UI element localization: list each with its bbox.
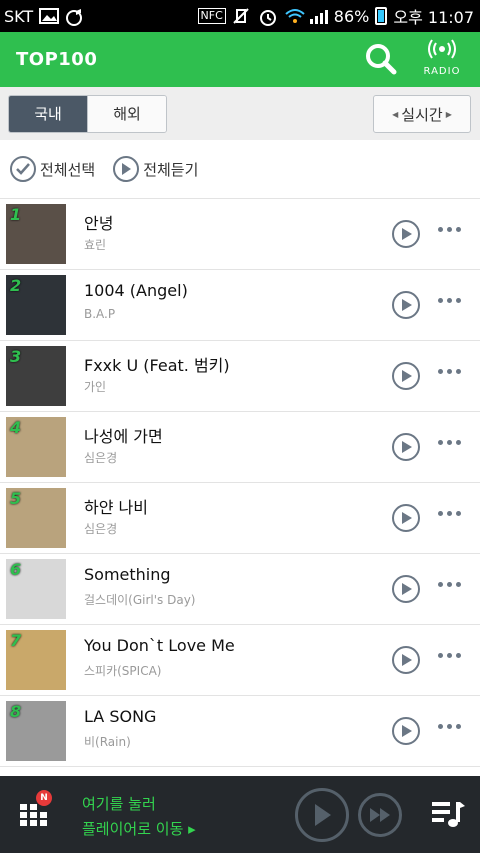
play-icon [113, 156, 140, 182]
more-options-icon[interactable] [438, 724, 461, 729]
alarm-icon [258, 8, 278, 26]
play-icon[interactable] [392, 362, 420, 390]
select-all-label: 전체선택 [40, 160, 96, 179]
mini-player[interactable]: N 여기를 눌러 플레이어로 이동 ▸ [0, 776, 480, 853]
carrier-label: SKT [4, 6, 34, 26]
rank-number: 3 [10, 347, 22, 366]
artist-name: 효린 [84, 238, 107, 252]
more-options-icon[interactable] [438, 582, 461, 587]
new-badge: N [36, 790, 52, 806]
list-item[interactable]: 1 안녕 효린 [0, 199, 480, 270]
period-label: 실시간 [401, 105, 443, 124]
artist-name: 심은경 [84, 522, 118, 536]
artist-name: B.A.P [84, 307, 116, 321]
song-title: 나성에 가면 [84, 427, 163, 446]
playlist-icon[interactable] [432, 798, 466, 830]
album-art: 6 [6, 559, 66, 619]
battery-percent: 86% [333, 6, 370, 26]
list-item[interactable]: 5 하얀 나비 심은경 [0, 483, 480, 554]
artist-name: 심은경 [84, 451, 118, 465]
more-options-icon[interactable] [438, 298, 461, 303]
wifi-icon [284, 8, 305, 24]
play-icon[interactable] [392, 433, 420, 461]
song-title: Fxxk U (Feat. 범키) [84, 356, 230, 375]
album-art: 7 [6, 630, 66, 690]
rank-number: 5 [10, 489, 22, 508]
next-arrow-icon: ▶ [445, 109, 452, 119]
song-title: Something [84, 565, 171, 584]
radio-button[interactable]: RADIO [416, 38, 468, 82]
page-title: TOP100 [16, 49, 98, 70]
next-button[interactable] [358, 793, 402, 837]
more-options-icon[interactable] [438, 369, 461, 374]
play-button[interactable] [295, 788, 349, 842]
status-bar: SKT NFC 86% 오후 11:07 [0, 0, 480, 32]
bulk-action-bar: 전체선택 전체듣기 [0, 140, 480, 199]
prev-arrow-icon: ◀ [392, 109, 399, 119]
player-hint-line1: 여기를 눌러 [82, 795, 156, 813]
rank-number: 6 [10, 560, 22, 579]
album-art: 3 [6, 346, 66, 406]
album-art: 5 [6, 488, 66, 548]
list-item[interactable]: 6 Something 걸스데이(Girl's Day) [0, 554, 480, 625]
song-title: 1004 (Angel) [84, 281, 188, 300]
album-art: 8 [6, 701, 66, 761]
music-notification-icon [65, 8, 85, 26]
signal-icon [309, 8, 328, 24]
battery-icon [375, 7, 388, 25]
play-icon[interactable] [392, 717, 420, 745]
song-title: LA SONG [84, 707, 157, 726]
rank-number: 8 [10, 702, 22, 721]
artist-name: 가인 [84, 380, 107, 394]
album-art: 1 [6, 204, 66, 264]
rank-number: 1 [10, 205, 22, 224]
list-item[interactable]: 8 LA SONG 비(Rain) [0, 696, 480, 767]
search-icon[interactable] [364, 42, 398, 76]
play-icon[interactable] [392, 291, 420, 319]
list-item[interactable]: 2 1004 (Angel) B.A.P [0, 270, 480, 341]
more-options-icon[interactable] [438, 511, 461, 516]
fast-forward-icon [370, 808, 390, 822]
play-icon[interactable] [392, 220, 420, 248]
clock: 오후 11:07 [393, 8, 474, 27]
more-options-icon[interactable] [438, 227, 461, 232]
play-icon[interactable] [392, 575, 420, 603]
period-selector[interactable]: ◀ 실시간 ▶ [373, 95, 471, 133]
play-all-label: 전체듣기 [143, 160, 199, 179]
region-segment: 국내 해외 [8, 95, 167, 133]
play-icon [315, 804, 331, 826]
rank-number: 2 [10, 276, 22, 295]
play-all-button[interactable]: 전체듣기 [113, 156, 198, 182]
chart-filter-bar: 국내 해외 ◀ 실시간 ▶ [0, 87, 480, 140]
player-hint-line2[interactable]: 플레이어로 이동 ▸ [82, 818, 196, 839]
list-item[interactable]: 3 Fxxk U (Feat. 범키) 가인 [0, 341, 480, 412]
rank-number: 4 [10, 418, 22, 437]
more-options-icon[interactable] [438, 653, 461, 658]
play-icon[interactable] [392, 504, 420, 532]
artist-name: 스피카(SPICA) [84, 664, 162, 678]
album-art: 4 [6, 417, 66, 477]
play-icon[interactable] [392, 646, 420, 674]
gallery-notification-icon [39, 8, 60, 24]
radio-label: RADIO [423, 66, 461, 77]
rank-number: 7 [10, 631, 22, 650]
artist-name: 걸스데이(Girl's Day) [84, 593, 196, 607]
select-all-button[interactable]: 전체선택 [10, 156, 95, 182]
artist-name: 비(Rain) [84, 735, 131, 749]
tab-foreign[interactable]: 해외 [87, 96, 166, 132]
album-art: 2 [6, 275, 66, 335]
nfc-icon: NFC [197, 8, 226, 24]
app-header: TOP100 RADIO [0, 32, 480, 87]
list-item[interactable]: 7 You Don`t Love Me 스피카(SPICA) [0, 625, 480, 696]
more-options-icon[interactable] [438, 440, 461, 445]
check-icon [10, 156, 36, 182]
vibrate-mute-icon [232, 8, 252, 24]
tab-domestic[interactable]: 국내 [9, 96, 87, 132]
song-title: You Don`t Love Me [84, 636, 235, 655]
song-title: 하얀 나비 [84, 498, 148, 517]
song-list: 1 안녕 효린 2 1004 (Angel) B.A.P 3 Fxxk U (F… [0, 199, 480, 767]
radio-icon [428, 39, 456, 59]
list-item[interactable]: 4 나성에 가면 심은경 [0, 412, 480, 483]
song-title: 안녕 [84, 214, 114, 233]
